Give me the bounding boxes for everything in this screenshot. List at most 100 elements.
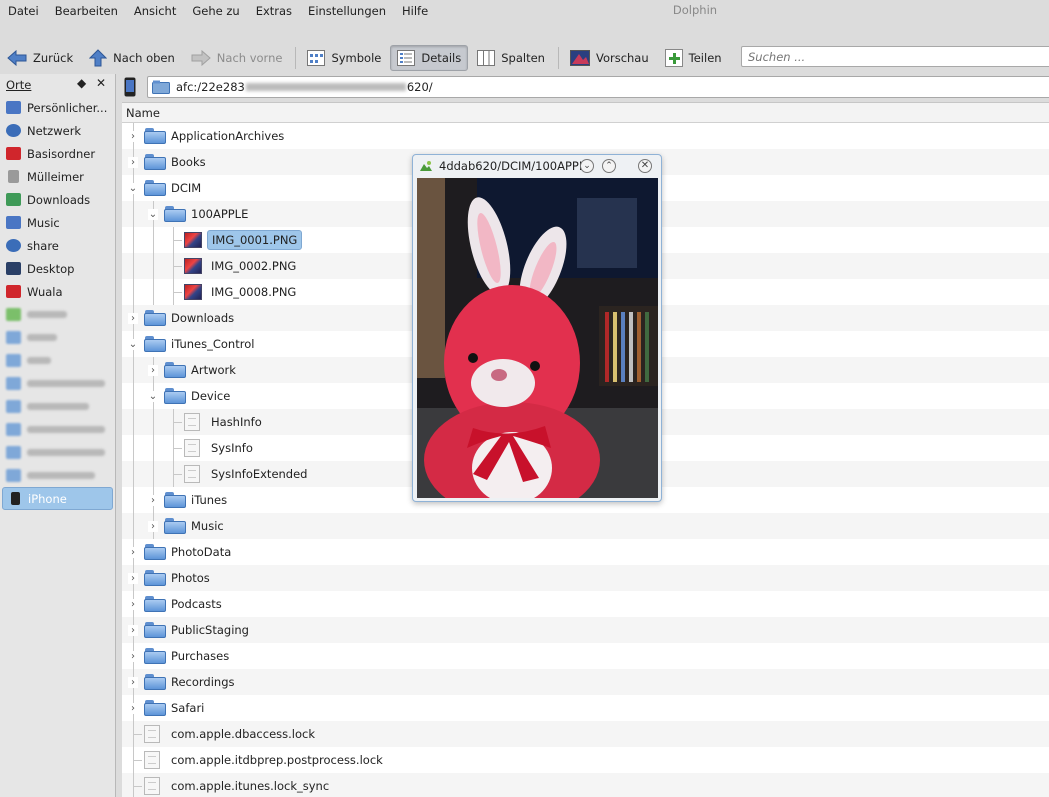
- columns-view-button[interactable]: Spalten: [470, 45, 552, 71]
- details-view-button[interactable]: Details: [390, 45, 469, 71]
- tree-line: [174, 266, 182, 267]
- close-panel-icon[interactable]: ✕: [96, 76, 106, 90]
- menu-einstellungen[interactable]: Einstellungen: [300, 0, 394, 22]
- expand-arrow-icon[interactable]: ›: [148, 494, 158, 506]
- place-blurred[interactable]: [0, 464, 115, 487]
- places-header: Orte ◆ ✕: [0, 74, 115, 96]
- search-input[interactable]: [741, 46, 1049, 67]
- place-desktop[interactable]: Desktop: [0, 257, 115, 280]
- place-share[interactable]: share: [0, 234, 115, 257]
- menu-hilfe[interactable]: Hilfe: [394, 0, 436, 22]
- menu-gehe-zu[interactable]: Gehe zu: [184, 0, 247, 22]
- tree-line: [153, 461, 154, 487]
- menu-ansicht[interactable]: Ansicht: [126, 0, 184, 22]
- place-blurred[interactable]: [0, 418, 115, 441]
- preview-button[interactable]: Vorschau: [563, 45, 656, 71]
- place-label: Netzwerk: [27, 123, 82, 138]
- expand-arrow-icon[interactable]: ›: [128, 572, 138, 584]
- folder-row[interactable]: › Recordings: [122, 669, 1049, 695]
- place-music[interactable]: Music: [0, 211, 115, 234]
- trash-icon: [8, 170, 19, 183]
- file-row[interactable]: com.apple.itunes.lock_sync: [122, 773, 1049, 797]
- place-blurred[interactable]: [0, 441, 115, 464]
- folder-icon: [6, 354, 21, 367]
- folder-row[interactable]: › ApplicationArchives: [122, 123, 1049, 149]
- menu-bearbeiten[interactable]: Bearbeiten: [47, 0, 126, 22]
- location-prefix: afc:/22e283: [176, 80, 245, 94]
- close-icon[interactable]: ✕: [638, 159, 652, 173]
- expand-arrow-icon[interactable]: ›: [128, 624, 138, 636]
- chevron-down-icon[interactable]: ⌄: [580, 159, 594, 173]
- tree-line: [153, 253, 154, 279]
- place-blurred[interactable]: [0, 303, 115, 326]
- expand-arrow-icon[interactable]: ›: [128, 702, 138, 714]
- collapse-arrow-icon[interactable]: ⌄: [128, 182, 138, 194]
- file-name: SysInfoExtended: [211, 467, 308, 481]
- place-blurred[interactable]: [0, 349, 115, 372]
- forward-button[interactable]: Nach vorne: [184, 45, 290, 71]
- blurred-label: [27, 403, 89, 410]
- folder-row[interactable]: › Safari: [122, 695, 1049, 721]
- share-label: Teilen: [688, 51, 722, 65]
- place-blurred[interactable]: [0, 372, 115, 395]
- file-row[interactable]: com.apple.itdbprep.postprocess.lock: [122, 747, 1049, 773]
- text-file-icon: [144, 751, 160, 769]
- place-trash[interactable]: Mülleimer: [0, 165, 115, 188]
- collapse-arrow-icon[interactable]: ⌄: [148, 390, 158, 402]
- place-downloads[interactable]: Downloads: [0, 188, 115, 211]
- preview-label: Vorschau: [595, 51, 649, 65]
- folder-row[interactable]: › PublicStaging: [122, 617, 1049, 643]
- name-column-header[interactable]: Name: [122, 103, 1049, 123]
- file-name: ApplicationArchives: [171, 129, 285, 143]
- file-row[interactable]: com.apple.dbaccess.lock: [122, 721, 1049, 747]
- collapse-arrow-icon[interactable]: ⌄: [148, 208, 158, 220]
- expand-arrow-icon[interactable]: ›: [148, 364, 158, 376]
- folder-icon: [144, 310, 166, 326]
- place-blurred[interactable]: [0, 326, 115, 349]
- expand-arrow-icon[interactable]: ›: [148, 520, 158, 532]
- folder-icon: [6, 400, 21, 413]
- file-name: Downloads: [171, 311, 235, 325]
- menu-datei[interactable]: Datei: [0, 0, 47, 22]
- tree-line: [174, 448, 182, 449]
- folder-row[interactable]: › Podcasts: [122, 591, 1049, 617]
- location-input[interactable]: afc:/22e283 620/: [147, 76, 1049, 98]
- file-name: iTunes_Control: [171, 337, 255, 351]
- file-name: com.apple.itunes.lock_sync: [171, 779, 330, 793]
- up-label: Nach oben: [113, 51, 175, 65]
- file-name: com.apple.dbaccess.lock: [171, 727, 316, 741]
- folder-row[interactable]: › Photos: [122, 565, 1049, 591]
- column-label: Name: [126, 105, 160, 120]
- back-button[interactable]: Zurück: [0, 45, 80, 71]
- expand-arrow-icon[interactable]: ›: [128, 598, 138, 610]
- expand-arrow-icon[interactable]: ›: [128, 650, 138, 662]
- icons-view-button[interactable]: Symbole: [300, 45, 388, 71]
- place-home[interactable]: Persönlicher...: [0, 96, 115, 119]
- tree-line: [133, 435, 134, 461]
- folder-icon: [144, 596, 166, 612]
- chevron-up-icon[interactable]: ⌃: [602, 159, 616, 173]
- up-button[interactable]: Nach oben: [82, 45, 182, 71]
- png-file-icon: [184, 258, 202, 274]
- place-label: iPhone: [28, 491, 67, 506]
- folder-row[interactable]: › Purchases: [122, 643, 1049, 669]
- share-button[interactable]: Teilen: [658, 45, 729, 71]
- expand-arrow-icon[interactable]: ›: [128, 312, 138, 324]
- tree-line: [153, 435, 154, 461]
- expand-arrow-icon[interactable]: ›: [128, 676, 138, 688]
- place-root[interactable]: Basisordner: [0, 142, 115, 165]
- place-wuala[interactable]: Wuala: [0, 280, 115, 303]
- folder-row[interactable]: › PhotoData: [122, 539, 1049, 565]
- place-blurred[interactable]: [0, 395, 115, 418]
- collapse-arrow-icon[interactable]: ⌄: [128, 338, 138, 350]
- file-name: Recordings: [171, 675, 235, 689]
- float-panel-icon[interactable]: ◆: [77, 76, 86, 90]
- expand-arrow-icon[interactable]: ›: [128, 546, 138, 558]
- menu-extras[interactable]: Extras: [248, 0, 300, 22]
- folder-row[interactable]: › Music: [122, 513, 1049, 539]
- place-iphone[interactable]: iPhone: [2, 487, 113, 510]
- expand-arrow-icon[interactable]: ›: [128, 156, 138, 168]
- place-network[interactable]: Netzwerk: [0, 119, 115, 142]
- folder-icon: [6, 331, 21, 344]
- expand-arrow-icon[interactable]: ›: [128, 130, 138, 142]
